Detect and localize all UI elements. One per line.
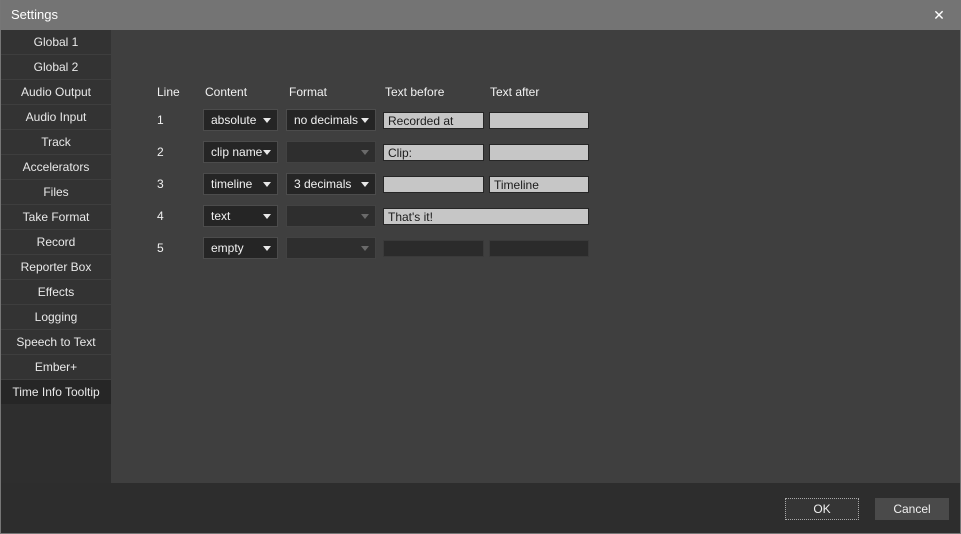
sidebar-item-speech-to-text[interactable]: Speech to Text bbox=[1, 330, 111, 355]
content-dropdown-value: text bbox=[211, 209, 230, 223]
column-header-text-before: Text before bbox=[385, 85, 444, 99]
sidebar-item-global-1[interactable]: Global 1 bbox=[1, 30, 111, 55]
content-dropdown-value: timeline bbox=[211, 177, 252, 191]
line-number: 5 bbox=[157, 237, 164, 259]
format-dropdown bbox=[286, 141, 376, 163]
ok-button[interactable]: OK bbox=[785, 498, 859, 520]
chevron-down-icon bbox=[361, 246, 369, 251]
chevron-down-icon bbox=[263, 246, 271, 251]
sidebar-item-take-format[interactable]: Take Format bbox=[1, 205, 111, 230]
content-dropdown[interactable]: text bbox=[203, 205, 278, 227]
sidebar-item-track[interactable]: Track bbox=[1, 130, 111, 155]
text-before-input bbox=[383, 240, 484, 257]
sidebar-item-time-info-tooltip[interactable]: Time Info Tooltip bbox=[1, 380, 111, 405]
text-before-input[interactable] bbox=[383, 176, 484, 193]
line-number: 4 bbox=[157, 205, 164, 227]
content-dropdown[interactable]: clip name bbox=[203, 141, 278, 163]
table-row: 3 timeline 3 decimals bbox=[111, 173, 960, 195]
text-before-input[interactable] bbox=[383, 144, 484, 161]
chevron-down-icon bbox=[361, 182, 369, 187]
format-dropdown-value: no decimals bbox=[294, 113, 358, 127]
line-number: 3 bbox=[157, 173, 164, 195]
content-dropdown[interactable]: absolute bbox=[203, 109, 278, 131]
titlebar: Settings ✕ bbox=[1, 0, 960, 30]
format-dropdown[interactable]: 3 decimals bbox=[286, 173, 376, 195]
sidebar-item-audio-output[interactable]: Audio Output bbox=[1, 80, 111, 105]
chevron-down-icon bbox=[361, 150, 369, 155]
content-dropdown-value: empty bbox=[211, 241, 244, 255]
table-row: 5 empty bbox=[111, 237, 960, 259]
content-dropdown-value: absolute bbox=[211, 113, 256, 127]
column-header-format: Format bbox=[289, 85, 327, 99]
content-dropdown[interactable]: empty bbox=[203, 237, 278, 259]
sidebar-item-ember[interactable]: Ember+ bbox=[1, 355, 111, 380]
chevron-down-icon bbox=[263, 214, 271, 219]
table-row: 2 clip name bbox=[111, 141, 960, 163]
sidebar-item-audio-input[interactable]: Audio Input bbox=[1, 105, 111, 130]
sidebar-item-effects[interactable]: Effects bbox=[1, 280, 111, 305]
dialog-footer: OK Cancel bbox=[1, 483, 960, 533]
sidebar: Global 1 Global 2 Audio Output Audio Inp… bbox=[1, 30, 111, 483]
sidebar-item-record[interactable]: Record bbox=[1, 230, 111, 255]
text-after-input bbox=[489, 240, 589, 257]
table-row: 1 absolute no decimals bbox=[111, 109, 960, 131]
close-button[interactable]: ✕ bbox=[922, 0, 956, 30]
text-combined-input[interactable] bbox=[383, 208, 589, 225]
text-after-input[interactable] bbox=[489, 176, 589, 193]
chevron-down-icon bbox=[263, 118, 271, 123]
chevron-down-icon bbox=[361, 214, 369, 219]
text-after-input[interactable] bbox=[489, 112, 589, 129]
column-header-line: Line bbox=[157, 85, 180, 99]
format-dropdown bbox=[286, 237, 376, 259]
format-dropdown bbox=[286, 205, 376, 227]
text-after-input[interactable] bbox=[489, 144, 589, 161]
content-dropdown[interactable]: timeline bbox=[203, 173, 278, 195]
close-icon: ✕ bbox=[933, 7, 945, 23]
sidebar-item-accelerators[interactable]: Accelerators bbox=[1, 155, 111, 180]
line-number: 2 bbox=[157, 141, 164, 163]
sidebar-item-reporter-box[interactable]: Reporter Box bbox=[1, 255, 111, 280]
chevron-down-icon bbox=[263, 182, 271, 187]
format-dropdown[interactable]: no decimals bbox=[286, 109, 376, 131]
sidebar-item-files[interactable]: Files bbox=[1, 180, 111, 205]
time-info-tooltip-panel: Line Content Format Text before Text aft… bbox=[111, 30, 960, 483]
text-before-input[interactable] bbox=[383, 112, 484, 129]
table-row: 4 text bbox=[111, 205, 960, 227]
content-dropdown-value: clip name bbox=[211, 145, 262, 159]
settings-dialog: Settings ✕ Global 1 Global 2 Audio Outpu… bbox=[0, 0, 961, 534]
sidebar-item-global-2[interactable]: Global 2 bbox=[1, 55, 111, 80]
line-number: 1 bbox=[157, 109, 164, 131]
chevron-down-icon bbox=[263, 150, 271, 155]
sidebar-item-logging[interactable]: Logging bbox=[1, 305, 111, 330]
format-dropdown-value: 3 decimals bbox=[294, 177, 351, 191]
cancel-button[interactable]: Cancel bbox=[875, 498, 949, 520]
window-title: Settings bbox=[11, 0, 58, 30]
column-header-text-after: Text after bbox=[490, 85, 539, 99]
chevron-down-icon bbox=[361, 118, 369, 123]
